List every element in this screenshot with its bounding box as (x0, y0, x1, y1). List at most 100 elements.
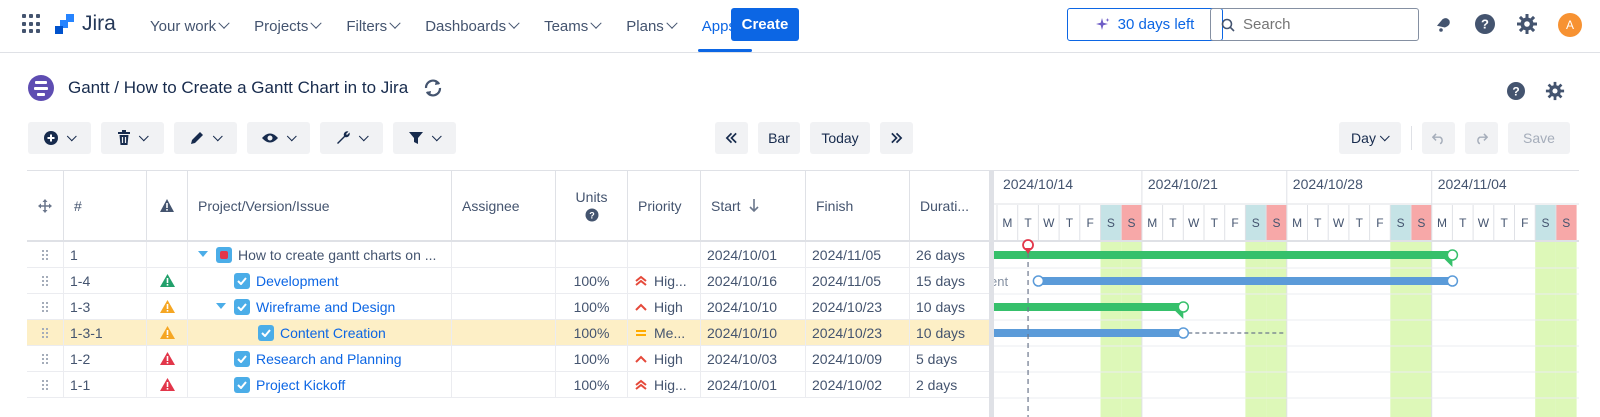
priority-cell[interactable] (628, 242, 701, 267)
issue-name[interactable]: How to create gantt charts on ... (238, 247, 436, 263)
warning-icon (159, 326, 175, 339)
start-date-cell[interactable]: 2024/10/01 (701, 372, 806, 397)
issue-name-cell[interactable]: How to create gantt charts on ... (188, 242, 452, 267)
table-row[interactable]: 1-4 Development 100% Hig... 2024/10/16 2… (27, 268, 989, 294)
issue-name[interactable]: Research and Planning (256, 351, 402, 367)
assignee-cell[interactable] (452, 268, 556, 293)
drag-handle[interactable] (27, 294, 64, 319)
column-header-name[interactable]: Project/Version/Issue (188, 171, 452, 240)
issue-name-cell[interactable]: Project Kickoff (188, 372, 452, 397)
assignee-cell[interactable] (452, 320, 556, 345)
finish-date-cell[interactable]: 2024/11/05 (806, 242, 910, 267)
view-dropdown-button[interactable] (247, 122, 310, 154)
redo-button[interactable] (1465, 122, 1498, 154)
table-row[interactable]: 1-1 Project Kickoff 100% Hig... 2024/10/… (27, 372, 989, 398)
delete-dropdown-button[interactable] (101, 122, 164, 154)
start-date-cell[interactable]: 2024/10/10 (701, 320, 806, 345)
create-button[interactable]: Create (731, 8, 799, 41)
finish-date-cell[interactable]: 2024/10/09 (806, 346, 910, 371)
start-date-cell[interactable]: 2024/10/03 (701, 346, 806, 371)
gantt-settings-icon[interactable] (1543, 79, 1567, 103)
app-switcher-icon[interactable] (22, 14, 42, 34)
issue-name[interactable]: Project Kickoff (256, 377, 345, 393)
column-header-duration[interactable]: Durati... (910, 171, 989, 240)
table-row[interactable]: 1-2 Research and Planning 100% High 2024… (27, 346, 989, 372)
drag-handle[interactable] (27, 268, 64, 293)
assignee-cell[interactable] (452, 242, 556, 267)
column-header-num[interactable]: # (64, 171, 147, 240)
expand-caret-icon[interactable] (216, 302, 226, 311)
help-icon[interactable]: ? (1473, 12, 1497, 36)
help-icon[interactable]: ? (585, 208, 599, 222)
priority-cell[interactable]: Me... (628, 320, 701, 345)
table-row[interactable]: 1-3 Wireframe and Design 100% High 2024/… (27, 294, 989, 320)
bar-button[interactable]: Bar (758, 122, 800, 154)
issue-name-cell[interactable]: Research and Planning (188, 346, 452, 371)
assignee-cell[interactable] (452, 294, 556, 319)
nav-your-work[interactable]: Your work (146, 0, 232, 52)
top-navigation: Jira Your work Projects Filters Dashboar… (0, 0, 1600, 53)
nav-dashboards[interactable]: Dashboards (421, 0, 522, 52)
tools-dropdown-button[interactable] (320, 122, 383, 154)
priority-cell[interactable]: Hig... (628, 268, 701, 293)
undo-button[interactable] (1422, 122, 1455, 154)
today-button[interactable]: Today (810, 122, 870, 154)
issue-name[interactable]: Development (256, 273, 339, 289)
refresh-icon[interactable] (422, 77, 444, 99)
move-column-header[interactable] (27, 171, 64, 240)
priority-cell[interactable]: Hig... (628, 372, 701, 397)
priority-cell[interactable]: High (628, 294, 701, 319)
start-date-cell[interactable]: 2024/10/10 (701, 294, 806, 319)
issue-name-cell[interactable]: Content Creation (188, 320, 452, 345)
zoom-day-dropdown[interactable]: Day (1339, 122, 1401, 154)
table-row[interactable]: 1-3-1 Content Creation 100% Me... 2024/1… (27, 320, 989, 346)
row-warning (147, 372, 188, 397)
add-dropdown-button[interactable] (28, 122, 91, 154)
trial-button[interactable]: 30 days left (1067, 8, 1223, 41)
nav-plans[interactable]: Plans (622, 0, 680, 52)
nav-teams[interactable]: Teams (540, 0, 604, 52)
table-row[interactable]: 1 How to create gantt charts on ... 2024… (27, 242, 989, 268)
day-letter: S (1128, 216, 1136, 230)
scroll-forward-button[interactable] (880, 122, 913, 154)
priority-label: Hig... (654, 272, 687, 289)
search-box[interactable] (1210, 8, 1419, 41)
assignee-cell[interactable] (452, 346, 556, 371)
column-header-start[interactable]: Start (701, 171, 806, 240)
edit-dropdown-button[interactable] (174, 122, 237, 154)
finish-date-cell[interactable]: 2024/11/05 (806, 268, 910, 293)
column-header-finish[interactable]: Finish (806, 171, 910, 240)
scroll-back-button[interactable] (715, 122, 748, 154)
start-date-cell[interactable]: 2024/10/01 (701, 242, 806, 267)
column-header-warning[interactable] (147, 171, 188, 240)
column-header-units[interactable]: Units ? (556, 171, 628, 240)
drag-handle[interactable] (27, 346, 64, 371)
finish-date-cell[interactable]: 2024/10/02 (806, 372, 910, 397)
filter-dropdown-button[interactable] (393, 122, 456, 154)
issue-name[interactable]: Wireframe and Design (256, 299, 395, 315)
finish-date-cell[interactable]: 2024/10/23 (806, 320, 910, 345)
finish-date-cell[interactable]: 2024/10/23 (806, 294, 910, 319)
save-button[interactable]: Save (1508, 122, 1570, 154)
assignee-cell[interactable] (452, 372, 556, 397)
issue-name[interactable]: Content Creation (280, 325, 386, 341)
gantt-help-icon[interactable]: ? (1504, 79, 1528, 103)
start-date-cell[interactable]: 2024/10/16 (701, 268, 806, 293)
column-header-assignee[interactable]: Assignee (452, 171, 556, 240)
priority-cell[interactable]: High (628, 346, 701, 371)
jira-logo[interactable]: Jira (54, 12, 116, 36)
notifications-icon[interactable] (1432, 12, 1456, 36)
issue-name-cell[interactable]: Wireframe and Design (188, 294, 452, 319)
drag-handle[interactable] (27, 372, 64, 397)
search-input[interactable] (1243, 16, 1413, 33)
nav-projects[interactable]: Projects (250, 0, 324, 52)
column-header-priority[interactable]: Priority (628, 171, 701, 240)
issue-name-cell[interactable]: Development (188, 268, 452, 293)
expand-caret-icon[interactable] (198, 250, 208, 259)
settings-gear-icon[interactable] (1515, 12, 1539, 36)
user-avatar[interactable]: A (1558, 13, 1582, 37)
drag-handle[interactable] (27, 320, 64, 345)
drag-handle[interactable] (27, 242, 64, 267)
nav-filters[interactable]: Filters (342, 0, 403, 52)
row-number: 1-3-1 (64, 320, 147, 345)
